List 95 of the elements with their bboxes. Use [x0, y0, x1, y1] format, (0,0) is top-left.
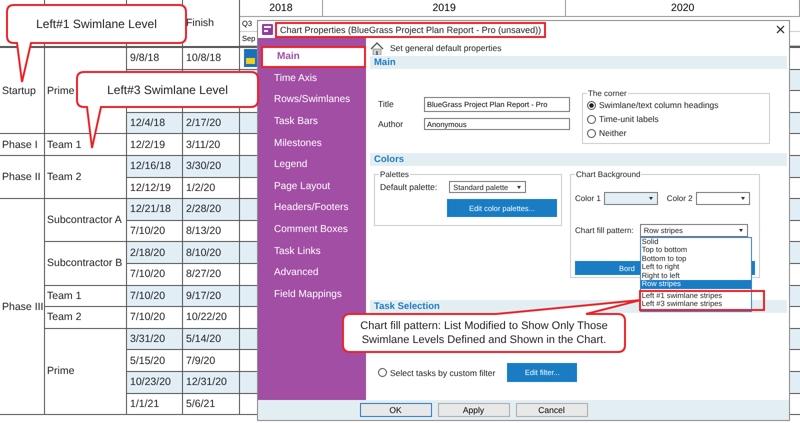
finish-date: 9/17/20 [186, 290, 222, 302]
dialog-button[interactable]: OK [360, 403, 432, 417]
start-date: 12/21/18 [130, 203, 171, 216]
finish-date: 8/10/20 [186, 246, 222, 259]
caret-icon [740, 196, 745, 200]
section-header: Colors [370, 153, 787, 166]
start-date: 7/10/20 [130, 290, 166, 302]
field-label: Chart fill pattern: [575, 226, 634, 234]
year-label: 2018 [240, 0, 323, 16]
nav-item[interactable]: Advanced [258, 262, 366, 284]
page-description: Set general default properties [390, 43, 502, 53]
nav-item[interactable]: Time Axis [258, 68, 366, 90]
app-icon [262, 24, 273, 35]
radio-label: Swimlane/text column headings [599, 100, 719, 110]
field-label: Title [377, 99, 395, 109]
swimlane-label: Subcontractor B [47, 257, 122, 270]
window-title: Chart Properties (BlueGrass Project Plan Report - Pro (unsaved)) [277, 24, 544, 36]
start-date: 12/16/18 [130, 160, 171, 172]
swimlane-label: Prime [47, 84, 74, 97]
start-date: 12/4/18 [130, 117, 166, 130]
phase-label: Phase II [2, 171, 41, 184]
finish-date: 12/31/20 [186, 376, 227, 388]
nav-item[interactable]: Milestones [258, 132, 366, 154]
radio-button[interactable] [587, 128, 596, 138]
finish-date: 10/8/18 [186, 52, 222, 64]
nav-item[interactable]: Main [261, 46, 366, 68]
radio-label: Select tasks by custom filter [390, 368, 496, 378]
close-icon[interactable] [776, 25, 785, 34]
finish-date: 3/11/20 [186, 138, 220, 151]
finish-date: 3/30/20 [186, 160, 222, 172]
finish-date: 2/17/20 [186, 117, 222, 130]
finish-date: 8/13/20 [186, 225, 222, 238]
gantt-bar [244, 49, 258, 68]
group-label: Chart Background [576, 170, 640, 179]
nav-item[interactable]: Task Bars [258, 110, 366, 132]
group-label: The corner [588, 89, 627, 98]
phase-label: Phase III [2, 300, 44, 313]
start-date: 10/23/20 [130, 376, 171, 388]
swimlane-label: Team 2 [47, 171, 82, 184]
start-date: 1/1/21 [130, 398, 160, 410]
dialog-button[interactable]: Apply [438, 403, 510, 417]
finish-date: 7/9/20 [186, 354, 216, 367]
group-label: Palettes [380, 170, 409, 179]
start-date: 7/10/20 [130, 225, 166, 238]
radio-button[interactable] [587, 114, 596, 124]
year-label: 2020 [566, 0, 800, 16]
radio-button[interactable] [378, 368, 387, 377]
color-dropdown[interactable] [604, 192, 658, 204]
swimlane-label: Team 1 [47, 138, 82, 151]
phase-label: Startup [2, 84, 36, 97]
swimlane-label: Prime [47, 365, 74, 378]
callout-text: Left#3 Swimlane Level [107, 82, 228, 96]
column-header: Finish [186, 17, 214, 29]
nav-item[interactable]: Headers/Footers [258, 197, 366, 219]
finish-date: 2/28/20 [186, 203, 222, 216]
nav-item[interactable]: Legend [258, 154, 366, 176]
finish-date: 10/22/20 [186, 311, 227, 324]
caret-icon [738, 228, 743, 232]
nav-item[interactable]: Comment Boxes [258, 218, 366, 240]
phase-label: Phase I [2, 138, 38, 151]
start-date: 3/31/20 [130, 333, 166, 346]
finish-date: 5/6/21 [186, 398, 216, 410]
caret-icon [648, 196, 653, 200]
nav-item[interactable]: Task Links [258, 240, 366, 262]
section-header: Main [370, 56, 787, 69]
callout-text: Chart fill pattern: List Modified to Show Only Those Swimlane Levels Defined and Shown in the Chart. [359, 319, 609, 347]
radio-label: Neither [599, 128, 626, 138]
start-date: 12/12/19 [130, 182, 171, 194]
nav-item[interactable]: Field Mappings [258, 284, 366, 306]
swimlane-label: Subcontractor A [47, 214, 122, 226]
nav-item[interactable]: Page Layout [258, 176, 366, 198]
dialog-button[interactable]: Cancel [516, 403, 588, 417]
start-date: 12/2/19 [130, 138, 166, 151]
start-date: 7/10/20 [130, 311, 166, 324]
finish-date: 1/2/20 [186, 182, 216, 194]
finish-date: 5/14/20 [186, 333, 222, 346]
start-date: 7/10/20 [130, 268, 166, 280]
field-label: Default palette: [380, 182, 438, 192]
start-date: 5/15/20 [130, 354, 166, 367]
callout-text: Left#1 Swimlane Level [36, 17, 157, 31]
year-label: 2019 [322, 0, 566, 16]
field-label: Color 2 [666, 194, 693, 202]
start-date: 9/8/18 [130, 52, 160, 64]
color-dropdown[interactable] [696, 192, 750, 204]
field-label: Author [377, 119, 404, 129]
nav-item[interactable]: Rows/Swimlanes [258, 89, 366, 111]
field-label: Color 1 [575, 194, 601, 202]
swimlane-label: Team 1 [47, 290, 82, 302]
radio-label: Time-unit labels [599, 114, 659, 124]
caret-icon [517, 186, 522, 189]
start-date: 2/18/20 [130, 246, 166, 259]
finish-date: 8/27/20 [186, 268, 222, 280]
swimlane-label: Team 2 [47, 311, 82, 324]
home-icon [370, 42, 384, 54]
radio-button[interactable] [587, 100, 596, 110]
